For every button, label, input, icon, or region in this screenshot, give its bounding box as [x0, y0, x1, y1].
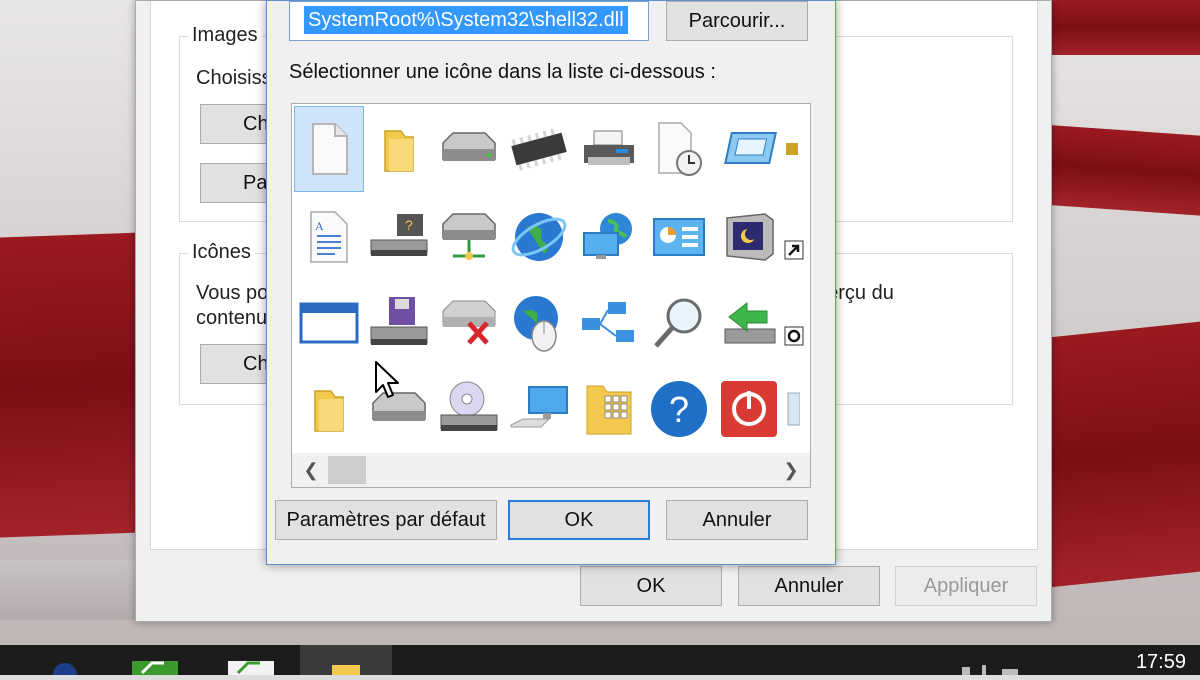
- desktop-computer-icon[interactable]: [504, 366, 574, 452]
- text-document-icon[interactable]: A: [294, 194, 364, 280]
- start-button-icon[interactable]: [50, 659, 80, 680]
- change-icon-dialog: SystemRoot%\System32\shell32.dll Parcour…: [266, 0, 836, 565]
- network-server-icon[interactable]: [434, 194, 504, 280]
- folder-icons-group-title: Icônes: [188, 241, 255, 264]
- scroll-right-icon[interactable]: ❯: [774, 453, 808, 487]
- flag-stripe: [0, 560, 140, 620]
- disconnected-drive-icon[interactable]: [434, 280, 504, 366]
- magnifier-icon[interactable]: [644, 280, 714, 366]
- system-tray-icons[interactable]: [962, 665, 1022, 675]
- images-group-text: Choisiss: [196, 67, 272, 89]
- help-icon[interactable]: ?: [644, 366, 714, 452]
- flag-stripe: [1040, 321, 1200, 589]
- blank-document-icon[interactable]: [294, 106, 364, 192]
- icon-list-label: Sélectionner une icône dans la liste ci-…: [289, 61, 716, 83]
- scroll-left-icon[interactable]: ❮: [294, 453, 328, 487]
- cancel-button[interactable]: Annuler: [738, 566, 880, 606]
- dialog-cancel-button[interactable]: Annuler: [666, 500, 808, 540]
- icon-list-scrollbar[interactable]: ❮ ❯: [292, 453, 810, 487]
- overlay-badge-icon[interactable]: [784, 280, 810, 366]
- folder-grid-icon[interactable]: [574, 366, 644, 452]
- mouse-cursor-icon: [375, 361, 399, 398]
- flag-stripe: [1040, 0, 1200, 55]
- taskbar: 17:59: [0, 645, 1200, 680]
- folder-icon[interactable]: [294, 366, 364, 452]
- shortcut-arrow-icon[interactable]: [784, 194, 810, 280]
- apply-button[interactable]: Appliquer: [895, 566, 1037, 606]
- scroll-thumb[interactable]: [328, 456, 366, 484]
- network-connections-icon[interactable]: [574, 280, 644, 366]
- network-drive-icon[interactable]: ?: [364, 194, 434, 280]
- icon-path-input[interactable]: SystemRoot%\System32\shell32.dll: [289, 1, 649, 41]
- cd-drive-icon[interactable]: [434, 366, 504, 452]
- floppy-drive-icon[interactable]: [364, 280, 434, 366]
- network-computer-icon[interactable]: [574, 194, 644, 280]
- taskbar-app-green-icon[interactable]: [132, 659, 178, 675]
- icon-path-selected-text: SystemRoot%\System32\shell32.dll: [304, 6, 628, 34]
- svg-text:?: ?: [669, 389, 689, 430]
- globe-mouse-icon[interactable]: [504, 280, 574, 366]
- internet-globe-icon[interactable]: [504, 194, 574, 280]
- partial-icon[interactable]: [784, 106, 810, 192]
- taskbar-file-explorer-active[interactable]: [300, 645, 392, 675]
- file-explorer-icon: [332, 665, 360, 675]
- hard-drive-icon[interactable]: [434, 106, 504, 192]
- application-window-icon[interactable]: [294, 280, 364, 366]
- display-screen-icon[interactable]: [714, 106, 784, 192]
- change-icon-button-label: Ch: [243, 352, 269, 375]
- power-button-icon[interactable]: [714, 366, 784, 452]
- clock-document-icon[interactable]: [644, 106, 714, 192]
- svg-text:?: ?: [405, 217, 413, 233]
- removable-drive-icon[interactable]: [714, 280, 784, 366]
- screensaver-monitor-icon[interactable]: [714, 194, 784, 280]
- flag-stripe: [1040, 124, 1200, 216]
- folder-icons-text-line2: contenu: [196, 307, 268, 329]
- folder-icons-text-line1: Vous po: [196, 282, 269, 304]
- memory-chip-icon[interactable]: [504, 106, 574, 192]
- flag-stripe: [0, 232, 140, 538]
- choose-file-button-label: Ch: [243, 112, 269, 135]
- ok-button[interactable]: OK: [580, 566, 722, 606]
- recycle-bin-partial-icon[interactable]: [784, 366, 810, 452]
- svg-text:A: A: [315, 219, 324, 233]
- icon-list[interactable]: A ? ? ❮ ❯: [291, 103, 811, 488]
- restore-defaults-button[interactable]: Paramètres par défaut: [275, 500, 497, 540]
- clock[interactable]: 17:59: [1136, 651, 1186, 674]
- dialog-ok-button[interactable]: OK: [508, 500, 650, 540]
- browse-button[interactable]: Parcourir...: [666, 1, 808, 41]
- control-panel-icon[interactable]: [644, 194, 714, 280]
- taskbar-app-white-icon[interactable]: [228, 659, 274, 675]
- folder-icon[interactable]: [364, 106, 434, 192]
- images-group-title: Images: [188, 24, 262, 47]
- printer-icon[interactable]: [574, 106, 644, 192]
